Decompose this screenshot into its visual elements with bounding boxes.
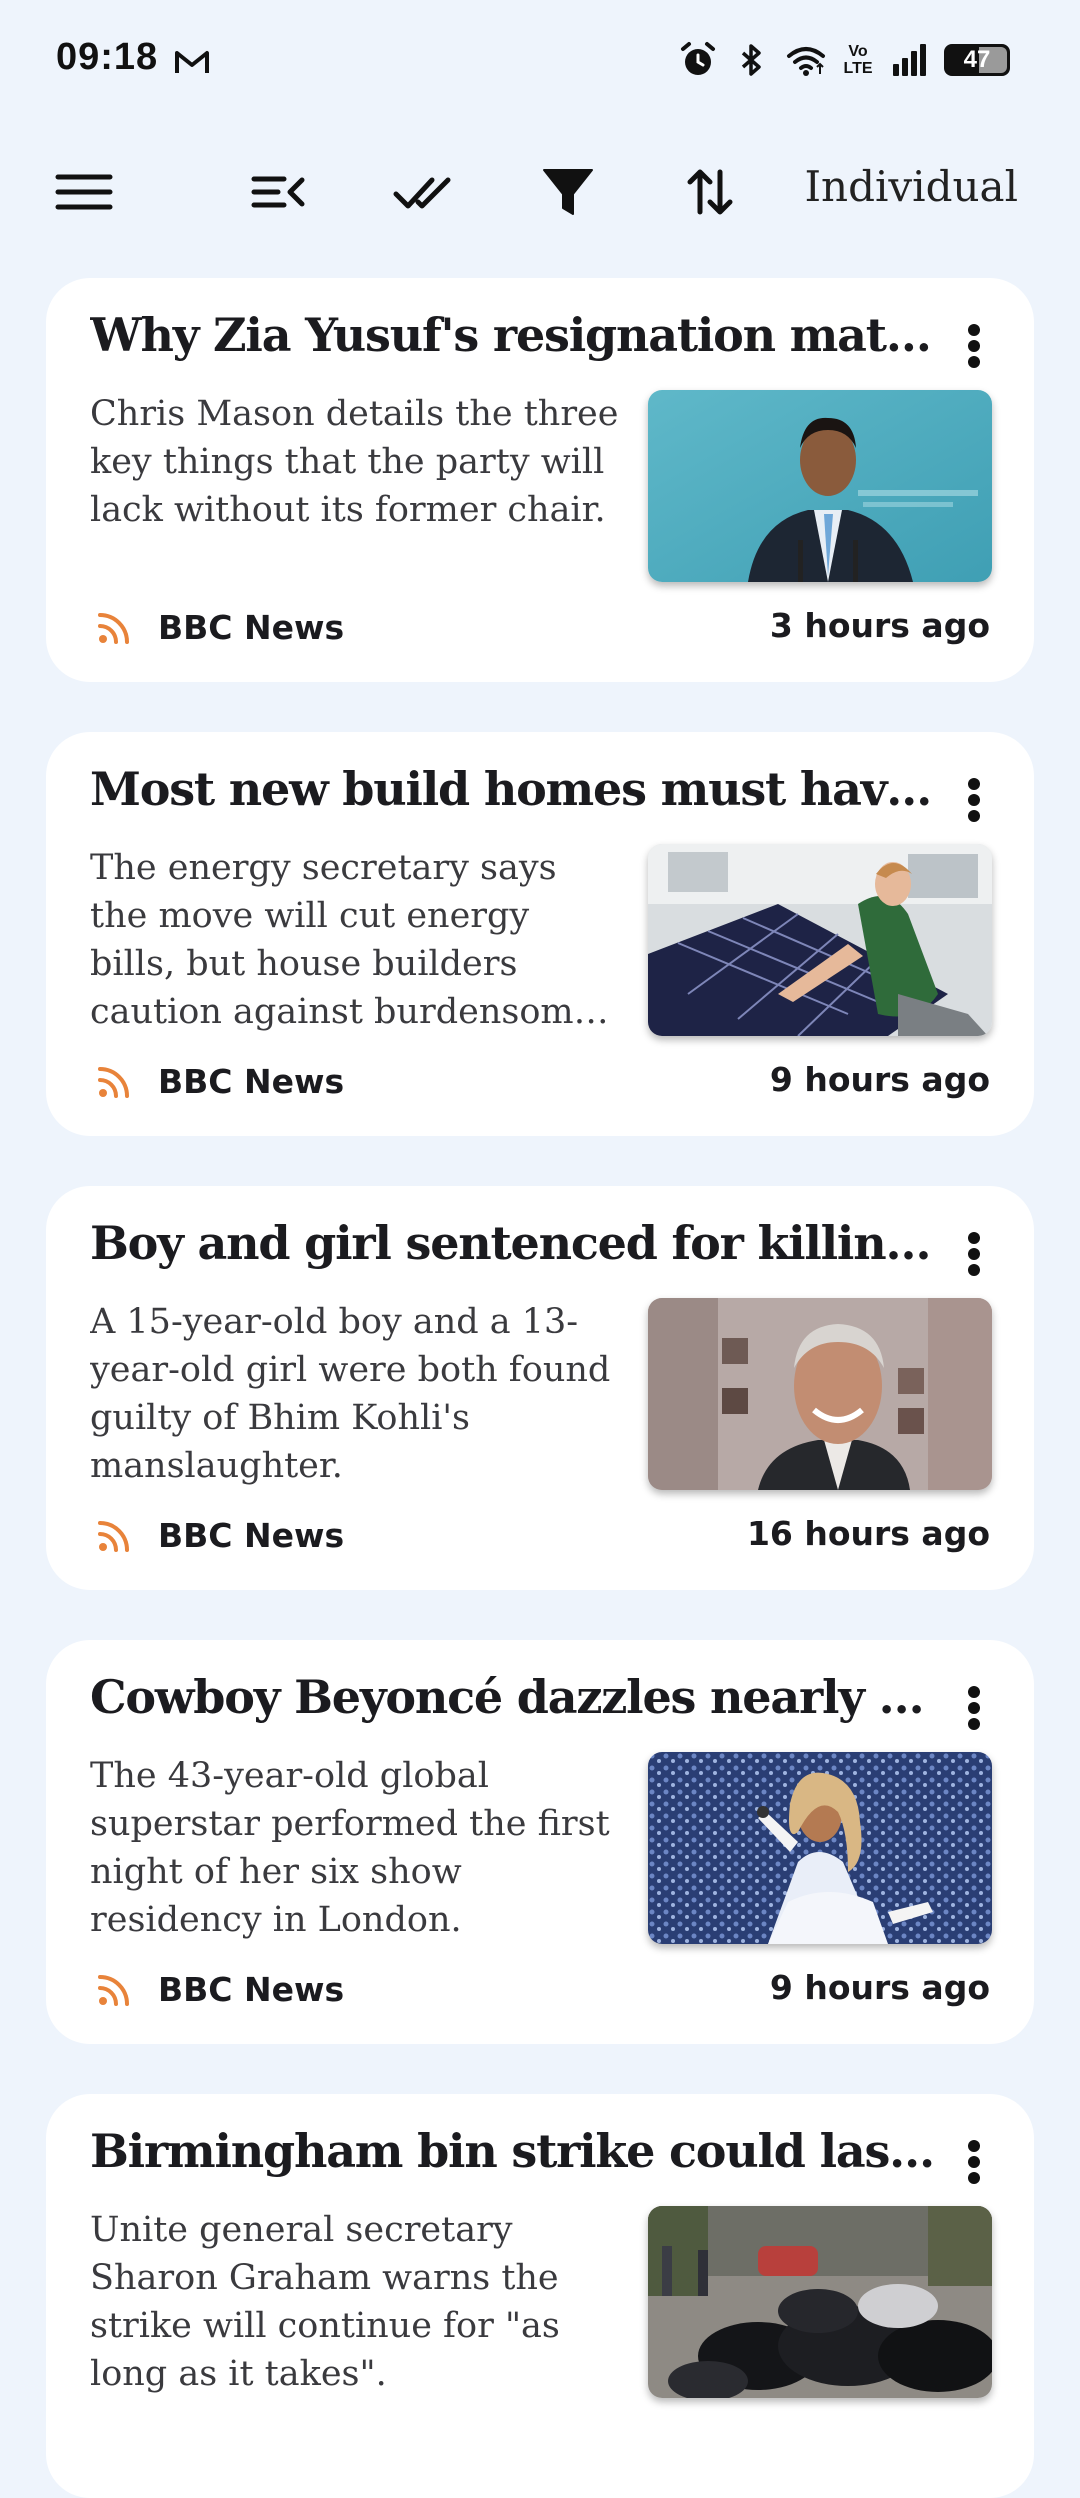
article-menu-button[interactable] bbox=[954, 318, 994, 374]
sort-icon bbox=[687, 169, 733, 215]
gmail-icon bbox=[175, 51, 209, 73]
battery-level: 47 bbox=[963, 46, 991, 73]
status-icons: Vo LTE 47 bbox=[678, 36, 1010, 84]
man-in-suit-speaking-photo bbox=[648, 390, 992, 582]
volte-icon: Vo LTE bbox=[843, 43, 873, 77]
article-menu-button[interactable] bbox=[954, 1226, 994, 1282]
article-thumbnail[interactable] bbox=[648, 1298, 992, 1490]
signal-icon bbox=[893, 44, 926, 76]
article-time: 9 hours ago bbox=[769, 1968, 990, 2007]
article-menu-button[interactable] bbox=[954, 772, 994, 828]
article-thumbnail[interactable] bbox=[648, 390, 992, 582]
article-time: 3 hours ago bbox=[769, 606, 990, 645]
top-toolbar: Individual bbox=[0, 140, 1080, 240]
hamburger-menu-button[interactable] bbox=[52, 160, 116, 224]
wifi-icon bbox=[787, 47, 825, 76]
elderly-man-portrait-photo bbox=[648, 1298, 992, 1490]
rss-icon bbox=[98, 1067, 129, 1098]
rss-icon bbox=[98, 1521, 129, 1552]
article-source: BBC News bbox=[94, 604, 344, 650]
filter-icon bbox=[543, 169, 593, 215]
article-thumbnail[interactable] bbox=[648, 1752, 992, 1944]
collapse-list-icon bbox=[251, 176, 305, 208]
article-card[interactable]: Boy and girl sentenced for killing pensi… bbox=[46, 1186, 1034, 1590]
article-description: The 43-year-old global superstar perform… bbox=[90, 1756, 610, 1940]
article-title[interactable]: Cowboy Beyoncé dazzles nearly sixty thou… bbox=[90, 1670, 940, 1724]
article-title[interactable]: Why Zia Yusuf's resignation matters bbox=[90, 308, 940, 362]
alarm-icon bbox=[681, 42, 715, 75]
more-vert-icon bbox=[968, 2140, 980, 2184]
article-time: 16 hours ago bbox=[746, 1514, 990, 1553]
view-mode-selector[interactable]: Individual bbox=[804, 162, 1018, 211]
status-time: 09:18 bbox=[56, 36, 159, 78]
singer-on-stage-photo bbox=[648, 1752, 992, 1944]
article-source: BBC News bbox=[94, 1058, 344, 1104]
article-description: Unite general secretary Sharon Graham wa… bbox=[90, 2210, 560, 2394]
collapse-list-button[interactable] bbox=[246, 160, 310, 224]
woman-cleaning-solar-panel-photo bbox=[648, 844, 992, 1036]
filter-button[interactable] bbox=[536, 160, 600, 224]
article-card[interactable]: Cowboy Beyoncé dazzles nearly sixty thou… bbox=[46, 1640, 1034, 2044]
bluetooth-icon bbox=[741, 44, 761, 76]
rubbish-bags-on-street-photo bbox=[648, 2206, 992, 2398]
status-bar: 09:18 Vo LTE 47 bbox=[0, 0, 1080, 120]
article-card[interactable]: Most new build homes must have solar pan… bbox=[46, 732, 1034, 1136]
source-name: BBC News bbox=[158, 607, 345, 647]
article-title[interactable]: Boy and girl sentenced for killing pensi… bbox=[90, 1216, 940, 1270]
article-card[interactable]: Why Zia Yusuf's resignation matters Chri… bbox=[46, 278, 1034, 682]
article-thumbnail[interactable] bbox=[648, 2206, 992, 2398]
more-vert-icon bbox=[968, 1232, 980, 1276]
mark-all-read-button[interactable] bbox=[390, 160, 454, 224]
source-name: BBC News bbox=[158, 1969, 345, 2009]
double-check-icon bbox=[393, 177, 451, 209]
article-time: 9 hours ago bbox=[769, 1060, 990, 1099]
source-name: BBC News bbox=[158, 1061, 345, 1101]
article-source: BBC News bbox=[94, 1512, 344, 1558]
article-description: The energy secretary says the move will … bbox=[90, 848, 595, 1032]
more-vert-icon bbox=[968, 778, 980, 822]
article-title[interactable]: Birmingham bin strike could last for mon… bbox=[90, 2124, 940, 2178]
sort-button[interactable] bbox=[678, 160, 742, 224]
article-card[interactable]: Birmingham bin strike could last for mon… bbox=[46, 2094, 1034, 2498]
article-description: A 15-year-old boy and a 13-year-old girl… bbox=[90, 1302, 611, 1486]
more-vert-icon bbox=[968, 1686, 980, 1730]
article-menu-button[interactable] bbox=[954, 2134, 994, 2190]
source-name: BBC News bbox=[158, 1515, 345, 1555]
rss-icon bbox=[98, 613, 129, 644]
battery-icon: 47 bbox=[944, 44, 1010, 76]
article-description: Chris Mason details the three key things… bbox=[90, 394, 619, 530]
article-title[interactable]: Most new build homes must have solar pan… bbox=[90, 762, 940, 816]
article-thumbnail[interactable] bbox=[648, 844, 992, 1036]
article-source: BBC News bbox=[94, 1966, 344, 2012]
more-vert-icon bbox=[968, 324, 980, 368]
hamburger-menu-icon bbox=[55, 174, 113, 210]
rss-icon bbox=[98, 1975, 129, 2006]
article-menu-button[interactable] bbox=[954, 1680, 994, 1736]
